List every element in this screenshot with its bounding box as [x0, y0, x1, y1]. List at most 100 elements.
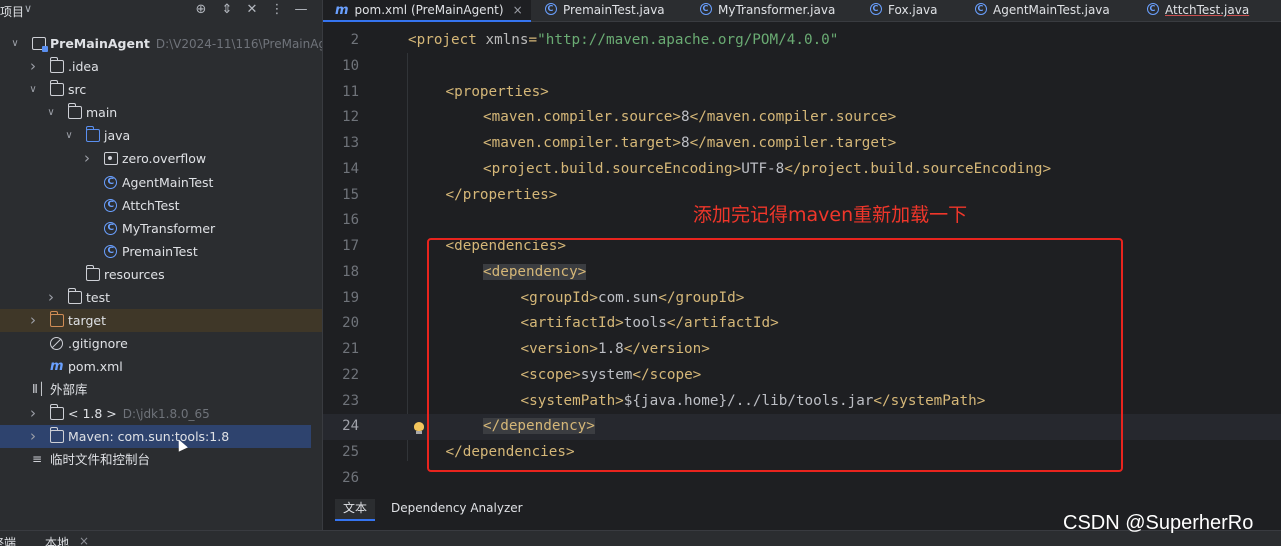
code-token: UTF-8: [741, 160, 785, 177]
collapse-all-icon[interactable]: ✕: [243, 1, 261, 19]
tree-node-label: .gitignore: [68, 336, 128, 352]
tree-node-label: MyTransformer: [122, 220, 216, 236]
editor-tab[interactable]: Fox.java: [858, 0, 958, 22]
editor-tab-label: Fox.java: [888, 3, 938, 17]
line-number: 10: [342, 57, 359, 74]
scratch-icon: ≡: [32, 451, 43, 466]
tree-node[interactable]: › .idea: [0, 55, 322, 78]
editor-tab[interactable]: MyTransformer.java: [688, 0, 853, 22]
code-line[interactable]: 13 <maven.compiler.target>8</maven.compil…: [323, 131, 1281, 157]
line-number: 2: [350, 32, 359, 48]
line-number: 25: [342, 444, 359, 460]
code-token: 8: [680, 135, 690, 151]
java-class-icon: [870, 0, 882, 19]
intention-bulb-icon[interactable]: [413, 422, 425, 436]
editor-bottom-tab[interactable]: Dependency Analyzer: [383, 499, 531, 521]
tree-node[interactable]: › zero.overflow: [0, 147, 322, 170]
local-terminal-tab[interactable]: 本地: [45, 534, 69, 546]
code-token: "http://maven.apache.org/POM/4.0.0": [537, 32, 839, 48]
locate-icon[interactable]: ⊕: [192, 1, 210, 19]
chevron-right-icon[interactable]: ›: [45, 286, 57, 309]
line-number: 16: [342, 212, 359, 229]
tree-node[interactable]: AgentMainTest: [0, 171, 322, 194]
code-token: </properties>: [445, 186, 558, 203]
tree-node[interactable]: › Maven: com.sun:tools:1.8: [0, 424, 311, 448]
folder-icon: [49, 80, 64, 97]
close-icon[interactable]: ×: [79, 534, 89, 546]
folder-icon: [67, 288, 82, 305]
chevron-right-icon[interactable]: ›: [27, 55, 39, 78]
tree-node-path: D:\V2024-11\116\PreMainAgent: [155, 37, 346, 51]
tree-node[interactable]: ∨ java: [0, 124, 322, 147]
tree-node[interactable]: ∨ src: [0, 78, 322, 101]
folder-icon: [67, 103, 82, 120]
module-icon: [32, 37, 48, 52]
chevron-down-icon[interactable]: ∨: [9, 32, 21, 55]
tree-node-label: 临时文件和控制台: [50, 451, 151, 467]
java-class-icon: [104, 240, 117, 263]
code-line[interactable]: 10: [323, 54, 1281, 80]
chevron-down-icon[interactable]: ∨: [24, 2, 32, 15]
editor-tab[interactable]: AgentMainTest.java: [963, 0, 1133, 22]
tree-node-label: 外部库: [50, 382, 88, 398]
code-token: <maven.compiler.source>: [483, 109, 681, 126]
tree-node[interactable]: › < 1.8 > D:\jdk1.8.0_65: [0, 402, 322, 425]
java-class-icon: [104, 171, 117, 194]
tree-node-label: AgentMainTest: [122, 174, 214, 190]
close-icon[interactable]: ×: [513, 3, 523, 17]
source-folder-icon: [85, 126, 100, 143]
editor-tab[interactable]: m pom.xml (PreMainAgent) ×: [323, 0, 531, 22]
code-text: <maven.compiler.target>8</maven.compiler…: [483, 131, 896, 157]
tree-node[interactable]: PremainTest: [0, 240, 322, 263]
library-folder-icon: [49, 403, 64, 420]
project-panel-title[interactable]: 项目: [0, 3, 24, 20]
editor-tab[interactable]: AttchTest.java: [1135, 0, 1275, 22]
code-token: </maven.compiler.source>: [689, 109, 897, 126]
code-line[interactable]: 2 <project xmlns="http://maven.apache.org…: [323, 28, 1281, 54]
tree-node-label: < 1.8 >: [68, 405, 117, 421]
chevron-right-icon[interactable]: ›: [27, 425, 39, 448]
code-line[interactable]: 12 <maven.compiler.source>8</maven.compil…: [323, 105, 1281, 131]
code-line[interactable]: 14 <project.build.sourceEncoding>UTF-8</p…: [323, 157, 1281, 183]
tree-node[interactable]: › test: [0, 286, 322, 309]
tree-node[interactable]: m pom.xml: [0, 355, 322, 378]
tree-node[interactable]: ∨ PreMainAgent D:\V2024-11\116\PreMainAgen…: [0, 32, 346, 55]
tree-node[interactable]: AttchTest: [0, 194, 322, 217]
tree-node-label: PremainTest: [122, 243, 198, 259]
chevron-right-icon[interactable]: ›: [27, 402, 39, 425]
tree-node[interactable]: MyTransformer: [0, 217, 322, 240]
tree-node-label: target: [68, 313, 107, 329]
tree-node-label: .idea: [68, 59, 99, 75]
tree-node[interactable]: › target: [0, 309, 322, 333]
chevron-down-icon[interactable]: ∨: [63, 124, 75, 147]
tree-node-label: zero.overflow: [122, 151, 207, 167]
chevron-right-icon[interactable]: ›: [27, 309, 39, 332]
annotation-text: 添加完记得maven重新加载一下: [693, 204, 968, 226]
java-class-icon: [700, 0, 712, 19]
code-line[interactable]: 11 <properties>: [323, 80, 1281, 106]
line-number: 22: [342, 366, 359, 383]
chevron-right-icon[interactable]: ›: [81, 147, 93, 170]
code-token: </project.build.sourceEncoding>: [784, 160, 1052, 177]
expand-collapse-icon[interactable]: ⇕: [218, 1, 236, 19]
editor-tab[interactable]: PremainTest.java: [533, 0, 683, 22]
code-token: </maven.compiler.target>: [689, 135, 897, 151]
chevron-down-icon[interactable]: ∨: [27, 78, 39, 101]
java-class-icon: [975, 0, 987, 19]
tree-node[interactable]: Ⅱ│ 外部库: [0, 378, 322, 401]
hide-panel-icon[interactable]: —: [292, 1, 310, 19]
chevron-down-icon[interactable]: ∨: [45, 101, 57, 124]
code-token: xmlns: [485, 32, 529, 48]
tree-node[interactable]: ∨ main: [0, 101, 322, 124]
tree-node[interactable]: resources: [0, 263, 322, 286]
tree-node-label: src: [68, 82, 87, 98]
java-class-icon: [104, 194, 117, 217]
tree-node[interactable]: .gitignore: [0, 332, 322, 355]
line-number: 11: [342, 83, 359, 100]
terminal-tab[interactable]: 终端: [0, 534, 16, 546]
options-menu-icon[interactable]: ⋮: [268, 1, 286, 19]
tree-node-label: PreMainAgent: [50, 36, 150, 51]
tree-node[interactable]: ≡ 临时文件和控制台: [0, 448, 322, 471]
line-number: 24: [342, 418, 359, 435]
editor-bottom-tab[interactable]: 文本: [335, 499, 376, 521]
